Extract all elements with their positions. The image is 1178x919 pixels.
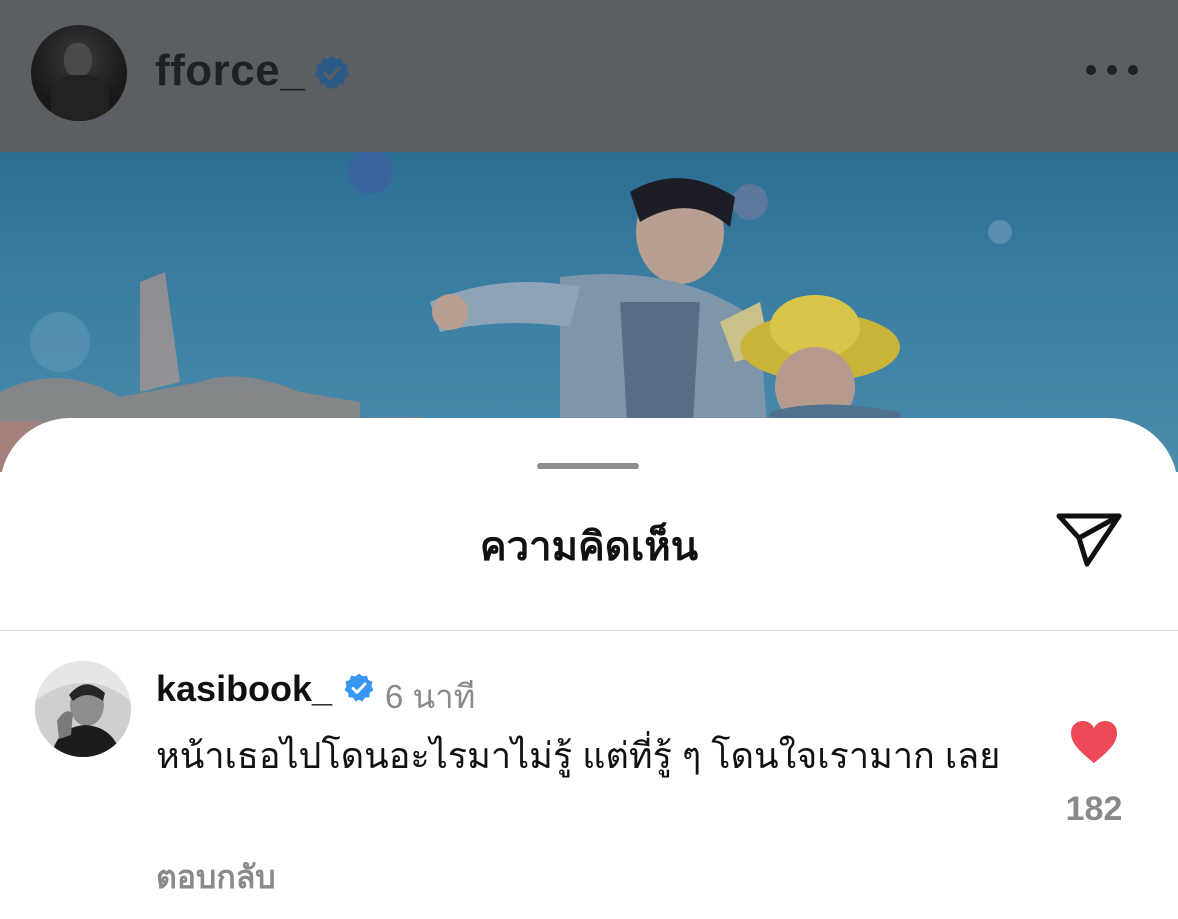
like-count: 182 [1065,790,1123,828]
commenter-username[interactable]: kasibook_ [156,668,332,710]
sheet-title: ความคิดเห็น [479,525,699,569]
send-icon[interactable] [1051,506,1127,570]
comment-text: หน้าเธอไปโดนอะไรมาไม่รู้ แต่ที่รู้ ๆ โดน… [156,735,1001,776]
verified-badge-icon [344,673,374,702]
reply-button[interactable]: ตอบกลับ [156,852,276,903]
heart-icon[interactable] [1069,719,1119,765]
post-author-avatar[interactable] [31,25,127,121]
comments-sheet: ความคิดเห็น kasibook_ 6 นาที หน้าเธอไปโด… [0,418,1178,919]
sheet-drag-handle[interactable] [537,463,639,469]
divider [0,630,1178,631]
comment-timestamp: 6 นาที [385,678,476,715]
verified-badge-icon [314,55,350,90]
commenter-avatar[interactable] [35,661,131,757]
post-header: fforce_ [0,0,1178,152]
more-options-icon[interactable] [1086,58,1138,82]
post-author-username[interactable]: fforce_ [155,46,305,96]
